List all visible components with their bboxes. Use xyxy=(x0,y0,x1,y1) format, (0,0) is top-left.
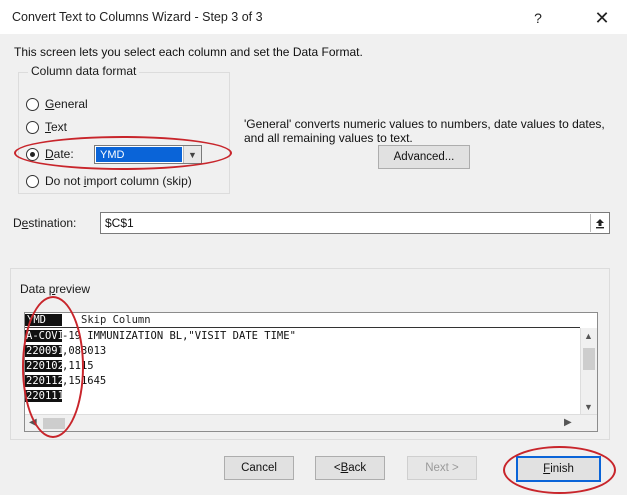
title-bar: Convert Text to Columns Wizard - Step 3 … xyxy=(0,0,627,34)
collapse-dialog-icon[interactable] xyxy=(590,214,608,232)
next-button: Next > xyxy=(407,456,477,480)
radio-general-circle[interactable] xyxy=(26,97,39,111)
table-row: 2200918,083013 xyxy=(25,345,106,360)
scroll-left-icon[interactable]: ◀ xyxy=(29,417,37,428)
cell: 2201116 xyxy=(25,390,62,402)
close-icon[interactable]: ✕ xyxy=(588,6,616,30)
cell: ,1115 xyxy=(62,360,94,372)
cell: 2200918 xyxy=(25,345,62,357)
help-icon[interactable]: ? xyxy=(524,6,552,30)
chevron-down-icon[interactable]: ▼ xyxy=(183,146,201,163)
horizontal-scroll-thumb[interactable] xyxy=(43,418,65,429)
cell: ,083013 xyxy=(62,345,107,357)
radio-date-circle[interactable] xyxy=(26,147,39,161)
date-format-value: YMD xyxy=(96,147,182,162)
table-row: 2201124,151645 xyxy=(25,375,106,390)
table-row: 2201116 xyxy=(25,390,62,405)
destination-label: Destination: xyxy=(13,216,77,230)
intro-text: This screen lets you select each column … xyxy=(14,45,363,59)
radio-general-label: General xyxy=(45,97,88,111)
general-note: 'General' converts numeric values to num… xyxy=(244,117,605,145)
column-header-skip[interactable]: Skip Column xyxy=(81,314,151,326)
cell: 2201124 xyxy=(25,375,62,387)
horizontal-scrollbar[interactable]: ◀ ▶ xyxy=(25,414,597,431)
radio-general[interactable]: General xyxy=(26,97,88,111)
window-title: Convert Text to Columns Wizard - Step 3 … xyxy=(12,10,263,24)
cell: ,151645 xyxy=(62,375,107,387)
date-format-select[interactable]: YMD ▼ xyxy=(94,145,202,164)
scroll-right-icon[interactable]: ▶ xyxy=(564,417,572,428)
scroll-down-icon[interactable]: ▼ xyxy=(584,402,593,412)
scroll-up-icon[interactable]: ▲ xyxy=(584,331,593,341)
radio-date[interactable]: Date: xyxy=(26,147,74,161)
radio-skip-circle[interactable] xyxy=(26,174,39,188)
cell: -19 IMMUNIZATION BL,"VISIT DATE TIME" xyxy=(62,330,296,342)
cancel-button[interactable]: Cancel xyxy=(224,456,294,480)
back-button[interactable]: < Back xyxy=(315,456,385,480)
data-preview-grid[interactable]: YMD Skip Column A-COVID-19 IMMUNIZATION … xyxy=(24,312,598,432)
radio-date-label: Date: xyxy=(45,147,74,161)
table-row: A-COVID-19 IMMUNIZATION BL,"VISIT DATE T… xyxy=(25,330,296,345)
grid-header: YMD Skip Column xyxy=(25,313,580,328)
radio-text-circle[interactable] xyxy=(26,120,39,134)
radio-text-label: Text xyxy=(45,120,68,134)
column-data-format-label: Column data format xyxy=(28,64,140,78)
finish-button[interactable]: Finish xyxy=(516,456,601,482)
destination-field[interactable] xyxy=(100,212,610,234)
column-header-ymd[interactable]: YMD xyxy=(25,314,62,326)
cell: 2201027 xyxy=(25,360,62,372)
data-preview-label: Data preview xyxy=(20,282,91,296)
advanced-button[interactable]: Advanced... xyxy=(378,145,470,169)
vertical-scroll-thumb[interactable] xyxy=(583,348,595,370)
destination-input[interactable] xyxy=(105,216,575,230)
vertical-scrollbar[interactable]: ▲ ▼ xyxy=(580,328,597,416)
radio-skip-label: Do not import column (skip) xyxy=(45,174,192,188)
radio-skip-column[interactable]: Do not import column (skip) xyxy=(26,174,192,188)
cell: A-COVID xyxy=(25,330,62,342)
radio-text[interactable]: Text xyxy=(26,120,67,134)
table-row: 2201027,1115 xyxy=(25,360,94,375)
